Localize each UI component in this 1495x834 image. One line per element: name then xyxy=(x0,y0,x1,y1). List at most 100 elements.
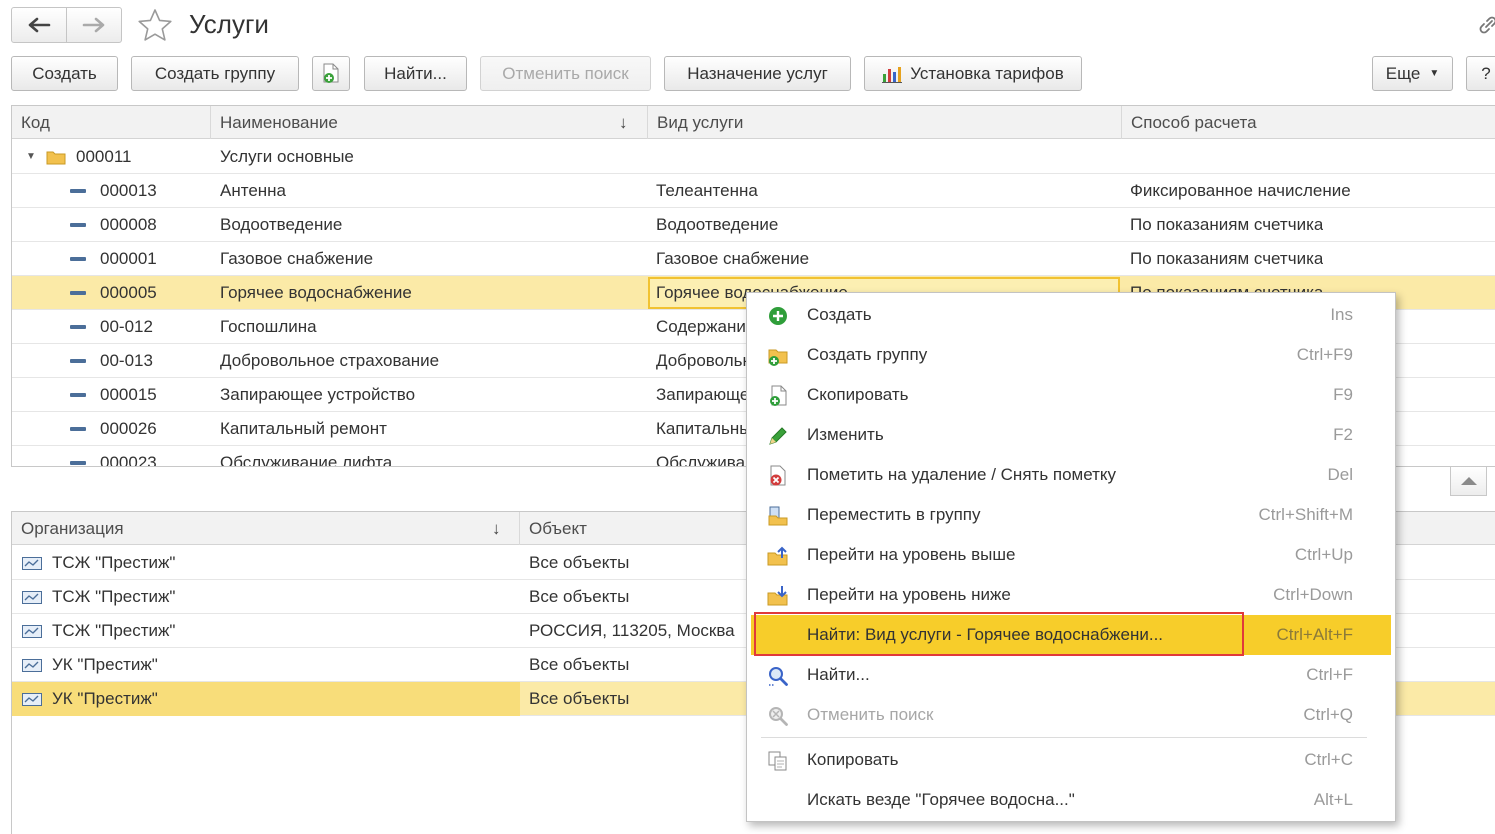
search-icon xyxy=(769,667,788,686)
create-group-button[interactable]: Создать группу xyxy=(131,56,299,91)
cell-name: Услуги основные xyxy=(220,147,354,166)
scroll-up-button[interactable] xyxy=(1450,466,1487,496)
menu-item-edit[interactable]: Изменить F2 xyxy=(747,415,1395,455)
cell-method: По показаниям счетчика xyxy=(1130,215,1324,234)
catalog-item-icon xyxy=(70,359,86,363)
delete-mark-icon xyxy=(770,465,786,486)
menu-item-find[interactable]: Найти... Ctrl+F xyxy=(747,655,1395,695)
tariff-icon xyxy=(22,659,42,672)
arrow-left-icon xyxy=(28,17,51,33)
forward-button[interactable] xyxy=(66,8,121,42)
sort-descending-icon: ↓ xyxy=(619,113,628,132)
cell-organization: ТСЖ "Престиж" xyxy=(52,587,176,606)
menu-item-create[interactable]: Создать Ins xyxy=(747,295,1395,335)
find-button[interactable]: Найти... xyxy=(364,56,467,91)
catalog-item-icon xyxy=(70,291,86,295)
services-table-header: Код Наименование ↓ Вид услуги Способ рас… xyxy=(12,106,1495,139)
menu-item-shortcut: Ctrl+C xyxy=(1304,750,1353,769)
cell-code: 000013 xyxy=(100,181,157,200)
menu-item-move-to-group[interactable]: Переместить в группу Ctrl+Shift+M xyxy=(747,495,1395,535)
cell-name: Горячее водоснабжение xyxy=(220,283,412,302)
cell-kind: Газовое снабжение xyxy=(656,249,810,268)
menu-item-shortcut: Ctrl+Up xyxy=(1294,545,1353,564)
column-header-code[interactable]: Код xyxy=(12,106,211,139)
catalog-item-icon xyxy=(70,393,86,397)
menu-item-create-group[interactable]: Создать группу Ctrl+F9 xyxy=(747,335,1395,375)
cell-code: 000008 xyxy=(100,215,157,234)
menu-item-shortcut: Del xyxy=(1327,465,1353,484)
folder-plus-icon xyxy=(768,349,788,366)
tree-collapse-icon[interactable]: ▼ xyxy=(26,140,36,174)
arrow-right-icon xyxy=(82,17,105,33)
catalog-item-icon xyxy=(70,325,86,329)
cell-organization: УК "Престиж" xyxy=(52,655,158,674)
cell-object: Все объекты xyxy=(529,655,630,674)
table-row-group[interactable]: ▼ 000011 Услуги основные xyxy=(12,140,1495,174)
menu-item-label: Создать xyxy=(807,305,872,324)
menu-item-shortcut: Ctrl+F xyxy=(1306,665,1353,684)
cell-method: Фиксированное начисление xyxy=(1130,181,1351,200)
menu-item-copy-item[interactable]: Скопировать F9 xyxy=(747,375,1395,415)
column-header-kind[interactable]: Вид услуги xyxy=(648,106,1122,139)
back-button[interactable] xyxy=(12,8,66,42)
menu-item-mark-delete[interactable]: Пометить на удаление / Снять пометку Del xyxy=(747,455,1395,495)
cancel-search-icon xyxy=(769,707,788,726)
cell-code: 000023 xyxy=(100,453,157,467)
cell-object: Все объекты xyxy=(529,553,630,572)
table-row[interactable]: 000013 Антенна Телеантенна Фиксированное… xyxy=(12,174,1495,208)
menu-item-find-by-value[interactable]: Найти: Вид услуги - Горячее водоснабжени… xyxy=(751,615,1391,655)
move-to-group-icon xyxy=(768,506,788,526)
cell-name: Добровольное страхование xyxy=(220,351,440,370)
menu-item-shortcut: F2 xyxy=(1333,425,1353,444)
copy-plus-icon xyxy=(770,385,787,406)
menu-item-shortcut: Ctrl+Alt+F xyxy=(1276,625,1353,644)
link-icon[interactable] xyxy=(1478,14,1495,36)
menu-item-shortcut: Alt+L xyxy=(1313,790,1353,809)
favorite-star-icon[interactable] xyxy=(137,8,173,42)
level-up-icon xyxy=(767,546,788,566)
chevron-down-icon: ▼ xyxy=(1429,68,1440,79)
menu-item-search-everywhere[interactable]: Искать везде "Горячее водосна..." Alt+L xyxy=(747,780,1395,820)
copy-icon xyxy=(768,751,787,771)
table-row[interactable]: 000008 Водоотведение Водоотведение По по… xyxy=(12,208,1495,242)
cell-name: Запирающее устройство xyxy=(220,385,416,404)
cell-name: Газовое снабжение xyxy=(220,249,374,268)
cell-organization: ТСЖ "Престиж" xyxy=(52,621,176,640)
menu-item-copy[interactable]: Копировать Ctrl+C xyxy=(747,740,1395,780)
copy-item-button[interactable] xyxy=(312,56,350,91)
menu-item-shortcut: Ctrl+Shift+M xyxy=(1258,505,1353,524)
create-group-button-label: Создать группу xyxy=(154,63,276,83)
menu-item-label: Пометить на удаление / Снять пометку xyxy=(807,465,1117,484)
assign-services-button-label: Назначение услуг xyxy=(687,63,828,83)
cell-organization: ТСЖ "Престиж" xyxy=(52,553,176,572)
cancel-search-button[interactable]: Отменить поиск xyxy=(480,56,651,91)
menu-item-cancel-search[interactable]: Отменить поиск Ctrl+Q xyxy=(747,695,1395,735)
pencil-icon xyxy=(769,427,787,445)
table-row[interactable]: 000001 Газовое снабжение Газовое снабжен… xyxy=(12,242,1495,276)
create-button[interactable]: Создать xyxy=(11,56,118,91)
catalog-item-icon xyxy=(70,257,86,261)
column-header-method[interactable]: Способ расчета xyxy=(1122,106,1495,139)
menu-item-label: Найти: Вид услуги - Горячее водоснабжени… xyxy=(807,625,1164,644)
menu-item-label: Создать группу xyxy=(807,345,928,364)
cell-name: Госпошлина xyxy=(220,317,317,336)
menu-item-shortcut: Ins xyxy=(1330,305,1353,324)
help-button[interactable]: ? xyxy=(1466,56,1495,91)
cell-kind: Запирающее xyxy=(656,385,759,404)
cell-method: По показаниям счетчика xyxy=(1130,249,1324,268)
cell-organization: УК "Престиж" xyxy=(52,689,158,708)
menu-item-level-up[interactable]: Перейти на уровень выше Ctrl+Up xyxy=(747,535,1395,575)
bar-chart-icon xyxy=(882,66,903,83)
create-button-label: Создать xyxy=(32,63,97,83)
assign-services-button[interactable]: Назначение услуг xyxy=(664,56,851,91)
level-down-icon xyxy=(767,586,788,606)
more-button[interactable]: Еще ▼ xyxy=(1372,56,1453,91)
cell-name: Обслуживание лифта xyxy=(220,453,393,467)
column-header-name[interactable]: Наименование xyxy=(211,106,648,139)
cell-code: 000005 xyxy=(100,283,157,302)
set-tariffs-button[interactable]: Установка тарифов xyxy=(864,56,1082,91)
page-title: Услуги xyxy=(189,9,269,39)
menu-item-level-down[interactable]: Перейти на уровень ниже Ctrl+Down xyxy=(747,575,1395,615)
column-header-organization[interactable]: Организация xyxy=(12,512,520,545)
menu-item-label: Перейти на уровень ниже xyxy=(807,585,1011,604)
